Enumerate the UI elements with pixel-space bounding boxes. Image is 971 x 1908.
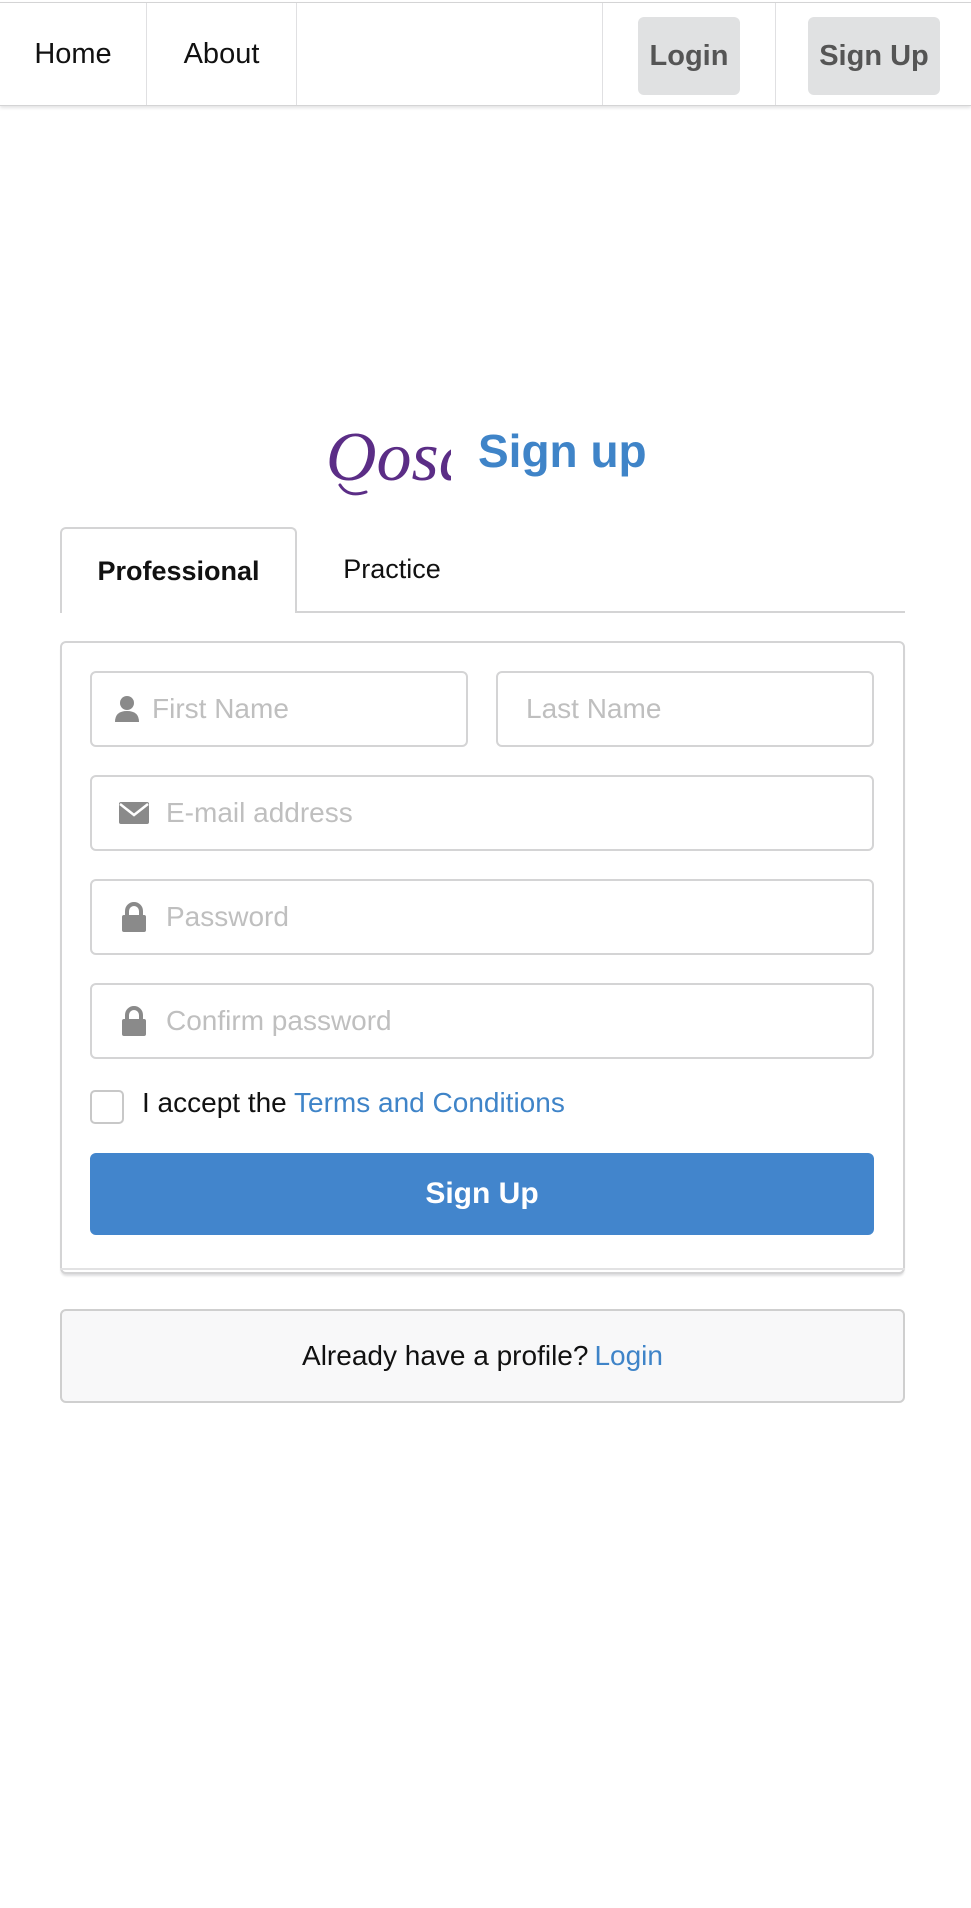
password-input[interactable] — [166, 901, 872, 933]
confirm-password-input[interactable] — [166, 1005, 872, 1037]
card-divider — [60, 1268, 905, 1270]
nav-home-link[interactable]: Home — [0, 3, 147, 105]
lock-icon — [114, 902, 154, 932]
signup-submit-button[interactable]: Sign Up — [90, 1153, 874, 1235]
confirm-password-field[interactable] — [90, 983, 874, 1059]
page-title: Sign up — [478, 425, 647, 477]
terms-prefix: I accept the — [142, 1087, 295, 1118]
email-field[interactable] — [90, 775, 874, 851]
login-prompt: Already have a profile? Login — [60, 1309, 905, 1403]
logo-text: Oosa — [326, 419, 451, 496]
terms-link[interactable]: Terms and Conditions — [294, 1087, 565, 1118]
first-name-field[interactable] — [90, 671, 513, 747]
menu-divider — [602, 3, 603, 105]
email-input[interactable] — [166, 797, 872, 829]
login-link[interactable]: Login — [594, 1340, 663, 1372]
last-name-input[interactable] — [526, 693, 887, 725]
oosa-logo: Oosa — [326, 419, 451, 496]
terms-label: I accept the Terms and Conditions — [142, 1087, 565, 1119]
tab-professional[interactable]: Professional — [60, 527, 297, 613]
tab-practice[interactable]: Practice — [297, 527, 487, 611]
password-field[interactable] — [90, 879, 874, 955]
nav-about-link[interactable]: About — [147, 3, 297, 105]
nav-login-button[interactable]: Login — [638, 17, 740, 95]
lock-icon — [114, 1006, 154, 1036]
menu-divider — [775, 3, 776, 105]
last-name-field[interactable] — [496, 671, 887, 747]
terms-checkbox[interactable] — [90, 1090, 124, 1124]
top-menu: Home About Login Sign Up — [0, 2, 971, 106]
envelope-icon — [114, 802, 154, 824]
first-name-input[interactable] — [152, 693, 513, 725]
login-prompt-text: Already have a profile? — [302, 1340, 589, 1371]
nav-signup-button[interactable]: Sign Up — [808, 17, 940, 95]
user-icon — [114, 695, 140, 723]
